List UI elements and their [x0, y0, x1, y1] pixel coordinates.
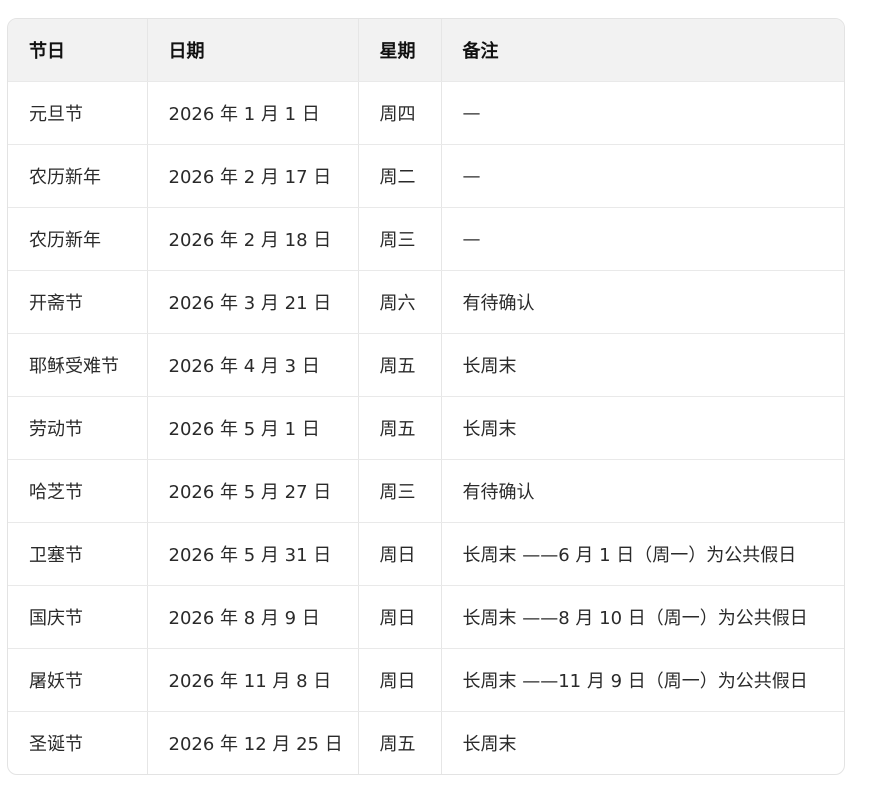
holiday-table: 节日 日期 星期 备注 元旦节 2026 年 1 月 1 日 周四 — 农历新年…: [8, 19, 844, 774]
table-row: 屠妖节 2026 年 11 月 8 日 周日 长周末 ——11 月 9 日（周一…: [8, 648, 844, 712]
weekday-cell: 周日: [358, 648, 442, 712]
note-cell: 长周末: [441, 396, 844, 460]
holiday-cell: 农历新年: [8, 144, 148, 208]
holiday-cell: 卫塞节: [8, 522, 148, 586]
weekday-cell: 周五: [358, 396, 442, 460]
holiday-cell: 开斋节: [8, 270, 148, 334]
date-cell: 2026 年 8 月 9 日: [147, 585, 359, 649]
weekday-cell: 周四: [358, 81, 442, 145]
note-cell: —: [441, 81, 844, 145]
holiday-cell: 圣诞节: [8, 711, 148, 774]
date-cell: 2026 年 12 月 25 日: [147, 711, 359, 774]
note-cell: 长周末 ——11 月 9 日（周一）为公共假日: [441, 648, 844, 712]
date-cell: 2026 年 5 月 31 日: [147, 522, 359, 586]
holiday-cell: 屠妖节: [8, 648, 148, 712]
table-row: 劳动节 2026 年 5 月 1 日 周五 长周末: [8, 396, 844, 460]
table-row: 哈芝节 2026 年 5 月 27 日 周三 有待确认: [8, 459, 844, 523]
date-cell: 2026 年 3 月 21 日: [147, 270, 359, 334]
column-header-weekday: 星期: [358, 19, 442, 82]
note-cell: 长周末 ——6 月 1 日（周一）为公共假日: [441, 522, 844, 586]
holiday-cell: 农历新年: [8, 207, 148, 271]
weekday-cell: 周三: [358, 207, 442, 271]
weekday-cell: 周三: [358, 459, 442, 523]
table-row: 国庆节 2026 年 8 月 9 日 周日 长周末 ——8 月 10 日（周一）…: [8, 585, 844, 649]
table-row: 开斋节 2026 年 3 月 21 日 周六 有待确认: [8, 270, 844, 334]
weekday-cell: 周五: [358, 711, 442, 774]
weekday-cell: 周日: [358, 522, 442, 586]
note-cell: 长周末: [441, 333, 844, 397]
table-row: 元旦节 2026 年 1 月 1 日 周四 —: [8, 81, 844, 145]
note-cell: 有待确认: [441, 270, 844, 334]
table-row: 耶稣受难节 2026 年 4 月 3 日 周五 长周末: [8, 333, 844, 397]
weekday-cell: 周二: [358, 144, 442, 208]
date-cell: 2026 年 2 月 18 日: [147, 207, 359, 271]
note-cell: 长周末: [462, 734, 517, 755]
date-cell: 2026 年 5 月 27 日: [147, 459, 359, 523]
header-row: 节日 日期 星期 备注: [8, 19, 844, 82]
holiday-cell: 国庆节: [8, 585, 148, 649]
column-header-note: 备注: [441, 19, 844, 82]
note-cell: 长周末 ——8 月 10 日（周一）为公共假日: [441, 585, 844, 649]
holiday-table-container: 节日 日期 星期 备注 元旦节 2026 年 1 月 1 日 周四 — 农历新年…: [7, 18, 845, 775]
note-cell: —: [441, 207, 844, 271]
weekday-cell: 周六: [358, 270, 442, 334]
holiday-cell: 劳动节: [8, 396, 148, 460]
holiday-cell: 哈芝节: [8, 459, 148, 523]
holiday-cell: 耶稣受难节: [8, 333, 148, 397]
table-row: 农历新年 2026 年 2 月 17 日 周二 —: [8, 144, 844, 208]
date-cell: 2026 年 4 月 3 日: [147, 333, 359, 397]
table-row: 农历新年 2026 年 2 月 18 日 周三 —: [8, 207, 844, 271]
date-cell: 2026 年 1 月 1 日: [147, 81, 359, 145]
table-body: 元旦节 2026 年 1 月 1 日 周四 — 农历新年 2026 年 2 月 …: [8, 81, 844, 774]
column-header-holiday: 节日: [8, 19, 148, 82]
column-header-date: 日期: [147, 19, 359, 82]
date-cell: 2026 年 11 月 8 日: [147, 648, 359, 712]
date-cell: 2026 年 2 月 17 日: [147, 144, 359, 208]
date-cell: 2026 年 5 月 1 日: [147, 396, 359, 460]
note-cell: —: [441, 144, 844, 208]
weekday-cell: 周日: [358, 585, 442, 649]
note-cell: 有待确认: [441, 459, 844, 523]
weekday-cell: 周五: [358, 333, 442, 397]
table-row: 卫塞节 2026 年 5 月 31 日 周日 长周末 ——6 月 1 日（周一）…: [8, 522, 844, 586]
holiday-cell: 元旦节: [8, 81, 148, 145]
table-header: 节日 日期 星期 备注: [8, 19, 844, 82]
table-row: 圣诞节 2026 年 12 月 25 日 周五 长周末: [8, 711, 844, 774]
